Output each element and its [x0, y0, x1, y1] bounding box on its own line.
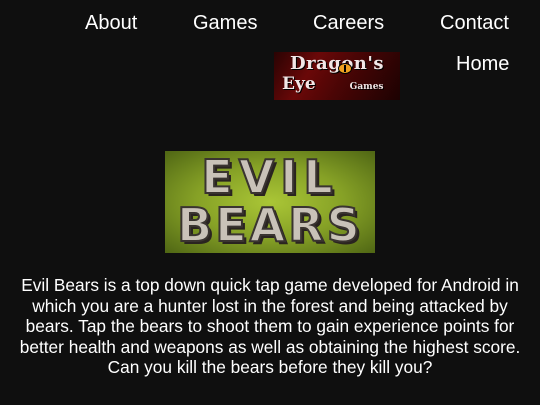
- nav-link-home[interactable]: Home: [456, 51, 509, 77]
- banner-title-line-1: EVIL: [200, 151, 339, 204]
- logo-eye-text: Eye: [282, 74, 316, 94]
- banner-title-line-2: BEARS: [176, 198, 363, 252]
- nav-link-about[interactable]: About: [85, 10, 137, 36]
- logo-title: Dragon's: [289, 53, 385, 74]
- dragon-eye-icon: [338, 63, 352, 74]
- top-nav: About Games Careers Contact: [0, 10, 540, 40]
- nav-link-careers[interactable]: Careers: [313, 10, 384, 36]
- logo-subtitle: Eye Games: [282, 76, 392, 96]
- dragons-eye-games-logo[interactable]: Dragon's Eye Games: [274, 52, 400, 100]
- nav-link-games[interactable]: Games: [193, 10, 257, 36]
- game-description: Evil Bears is a top down quick tap game …: [19, 275, 521, 377]
- nav-link-contact[interactable]: Contact: [440, 10, 509, 36]
- evil-bears-banner: EVIL BEARS: [165, 151, 375, 253]
- logo-games-text: Games: [349, 82, 384, 92]
